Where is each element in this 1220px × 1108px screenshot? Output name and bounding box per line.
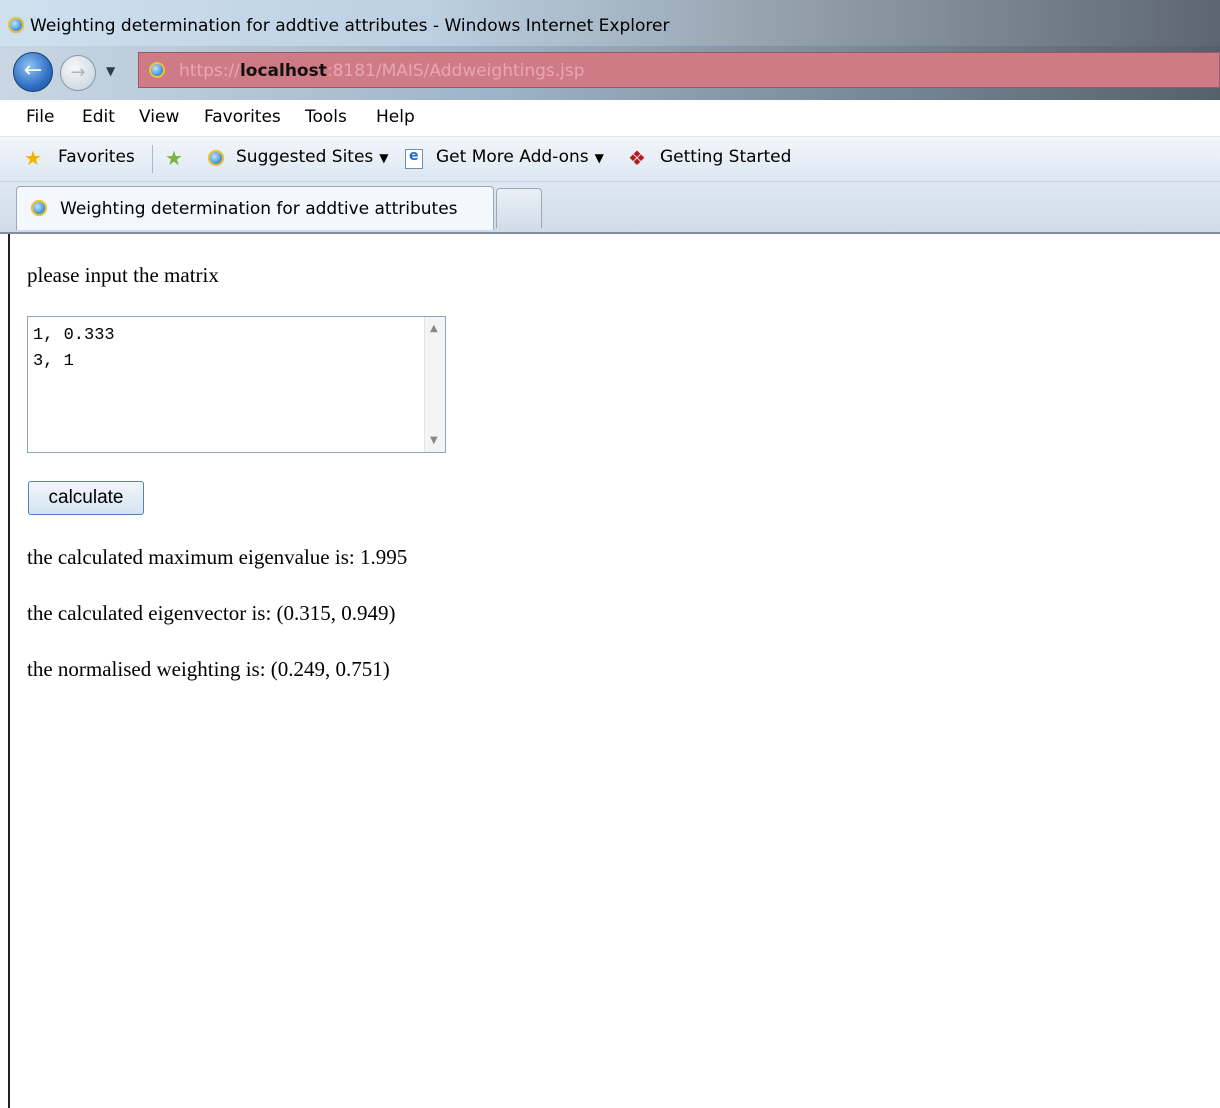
add-to-favorites-icon[interactable]: ★ xyxy=(165,148,183,168)
matrix-prompt: please input the matrix xyxy=(27,263,219,287)
window-title: Weighting determination for addtive attr… xyxy=(30,16,670,36)
scroll-up-icon[interactable]: ▲ xyxy=(430,323,438,334)
page-ie-icon xyxy=(149,62,165,78)
calculate-button[interactable]: calculate xyxy=(28,481,144,515)
address-bar[interactable]: https://localhost:8181/MAIS/Addweighting… xyxy=(138,52,1220,88)
window-left-border xyxy=(8,234,10,1108)
max-eigenvalue-result: the calculated maximum eigenvalue is: 1.… xyxy=(27,545,408,569)
menu-help[interactable]: Help xyxy=(376,107,415,127)
matrix-value[interactable]: 1, 0.333 3, 1 xyxy=(33,323,115,375)
tab-title: Weighting determination for addtive attr… xyxy=(60,199,458,219)
addons-page-icon xyxy=(405,148,423,169)
forward-button[interactable]: → xyxy=(60,55,96,91)
eigenvector-result: the calculated eigenvector is: (0.315, 0… xyxy=(27,601,396,625)
window-title-bar: Weighting determination for addtive attr… xyxy=(0,0,1220,46)
scroll-down-icon[interactable]: ▼ xyxy=(430,435,438,446)
favorites-separator xyxy=(152,145,153,173)
suggested-sites-icon xyxy=(208,150,224,166)
getting-started-icon: ❖ xyxy=(628,146,646,170)
textarea-scrollbar[interactable]: ▲ ▼ xyxy=(424,317,445,452)
addons-dropdown-icon: ▼ xyxy=(594,151,604,165)
favorites-button[interactable]: Favorites xyxy=(58,147,135,167)
recent-pages-dropdown-icon[interactable]: ▼ xyxy=(106,64,115,78)
forward-arrow-icon: → xyxy=(70,62,86,83)
tab-bar: Weighting determination for addtive attr… xyxy=(0,182,1220,234)
menu-bar: File Edit View Favorites Tools Help xyxy=(0,100,1220,137)
menu-favorites[interactable]: Favorites xyxy=(204,107,281,127)
url-text[interactable]: https://localhost:8181/MAIS/Addweighting… xyxy=(179,61,585,81)
get-more-addons-link[interactable]: Get More Add-ons ▼ xyxy=(436,147,604,167)
new-tab-button[interactable] xyxy=(496,188,542,228)
menu-file[interactable]: File xyxy=(26,107,54,127)
normalised-weighting-result: the normalised weighting is: (0.249, 0.7… xyxy=(27,657,390,681)
getting-started-link[interactable]: Getting Started xyxy=(660,147,791,167)
suggested-sites-dropdown-icon: ▼ xyxy=(379,151,389,165)
tab-ie-icon xyxy=(31,200,47,216)
matrix-textarea[interactable]: 1, 0.333 3, 1 ▲ ▼ xyxy=(27,316,446,453)
ie-logo-icon xyxy=(8,17,24,33)
suggested-sites-link[interactable]: Suggested Sites ▼ xyxy=(236,147,389,167)
tab-weighting-determination[interactable]: Weighting determination for addtive attr… xyxy=(16,186,494,230)
favorites-star-icon: ★ xyxy=(24,146,42,170)
back-button[interactable]: ← xyxy=(13,52,53,92)
back-arrow-icon: ← xyxy=(23,58,43,83)
menu-edit[interactable]: Edit xyxy=(82,107,115,127)
menu-view[interactable]: View xyxy=(139,107,179,127)
menu-tools[interactable]: Tools xyxy=(305,107,347,127)
favorites-bar: ★ Favorites ★ Suggested Sites▼ Get More … xyxy=(0,137,1220,182)
